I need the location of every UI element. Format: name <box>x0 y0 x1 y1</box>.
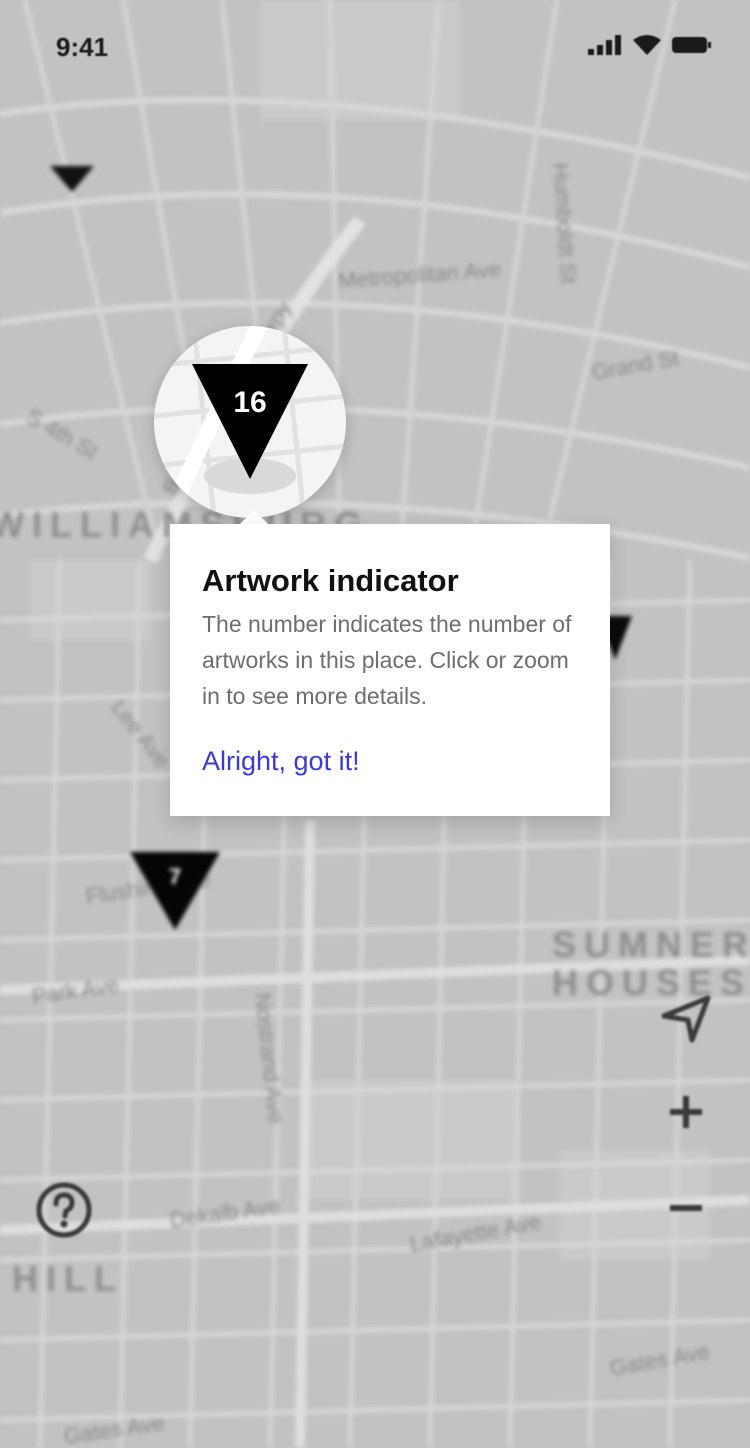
signal-icon <box>588 35 621 55</box>
got-it-button[interactable]: Alright, got it! <box>202 746 360 777</box>
locate-button[interactable] <box>656 988 716 1048</box>
artwork-indicator-magnifier: 16 <box>154 326 346 518</box>
zoom-out-button[interactable] <box>660 1182 712 1234</box>
zoom-in-button[interactable] <box>660 1086 712 1138</box>
help-button[interactable] <box>34 1180 94 1240</box>
battery-icon <box>672 37 711 53</box>
tooltip-body: The number indicates the number of artwo… <box>202 611 572 709</box>
magnified-pin-triangle-icon <box>192 364 308 479</box>
tooltip-title: Artwork indicator <box>202 563 459 598</box>
status-bar: 9:41 <box>0 0 750 92</box>
area-label: SUMNER HOUSES <box>552 924 750 1003</box>
triangle-marker-icon <box>50 166 94 192</box>
tooltip-arrow <box>240 510 268 524</box>
status-icons <box>588 34 712 56</box>
pin-count: 7 <box>168 864 182 889</box>
map-screen: Metropolitan Ave Grand St Humboldt St S … <box>0 0 750 1448</box>
help-icon <box>36 1182 92 1238</box>
zoom-out-icon <box>670 1205 702 1211</box>
artwork-indicator-tooltip: Artwork indicator The number indicates t… <box>170 524 610 816</box>
area-label: HILL <box>12 1258 124 1299</box>
status-time: 9:41 <box>56 32 109 62</box>
locate-icon <box>661 995 711 1043</box>
magnified-pin-count: 16 <box>233 386 267 419</box>
wifi-icon <box>633 35 661 55</box>
zoom-in-icon <box>670 1096 702 1128</box>
